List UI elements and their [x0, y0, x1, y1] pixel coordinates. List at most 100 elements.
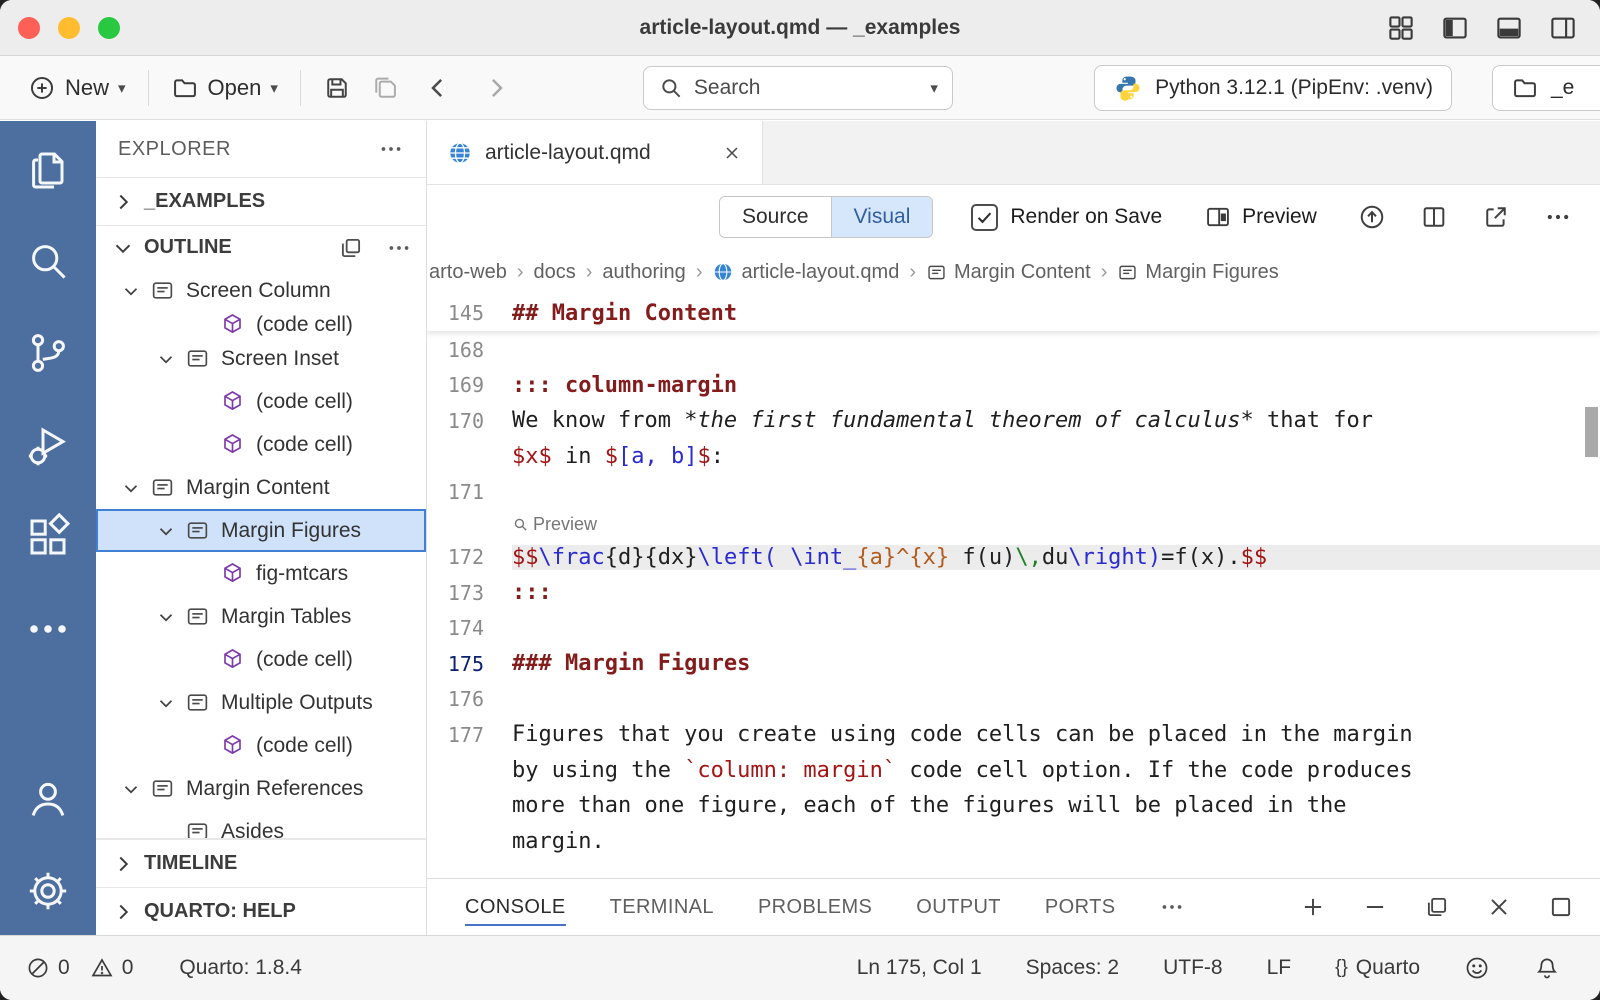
explorer-icon[interactable]: [24, 145, 72, 193]
toggle-primary-sidebar-icon[interactable]: [1440, 13, 1470, 43]
extensions-icon[interactable]: [24, 513, 72, 561]
chevron-down-icon[interactable]: [120, 777, 150, 801]
chevron-down-icon[interactable]: [155, 519, 185, 543]
outline-item[interactable]: Multiple Outputs: [96, 681, 426, 724]
source-mode-button[interactable]: Source: [720, 197, 831, 237]
panel-tab-output[interactable]: OUTPUT: [916, 879, 1001, 935]
panel-tab-problems[interactable]: PROBLEMS: [758, 879, 872, 935]
search-view-icon[interactable]: [24, 237, 72, 285]
chevron-down-icon[interactable]: [155, 347, 185, 371]
outline-item[interactable]: (code cell): [96, 638, 426, 681]
quarto-version-status[interactable]: Quarto: 1.8.4: [179, 956, 302, 980]
interpreter-selector[interactable]: Python 3.12.1 (PipEnv: .venv): [1094, 65, 1452, 111]
outline-item[interactable]: fig-mtcars: [96, 552, 426, 595]
outline-item[interactable]: Margin Figures: [96, 509, 426, 552]
chevron-down-icon[interactable]: [120, 476, 150, 500]
close-icon[interactable]: [722, 143, 742, 163]
zoom-window-button[interactable]: [98, 17, 120, 39]
more-actions-icon[interactable]: [1544, 203, 1572, 231]
feedback-smiley-icon[interactable]: [1464, 955, 1490, 981]
outline-item[interactable]: Asides: [96, 810, 426, 838]
breadcrumb-item[interactable]: article-layout.qmd: [712, 261, 899, 284]
outline-item[interactable]: Screen Column: [96, 269, 426, 312]
sidebar-section-timeline[interactable]: TIMELINE: [96, 839, 426, 887]
publish-icon[interactable]: [1358, 203, 1386, 231]
outline-item[interactable]: (code cell): [96, 724, 426, 767]
preview-button[interactable]: Preview: [1204, 203, 1317, 231]
top-toolbar: New ▾ Open ▾ Search ▾: [0, 56, 1600, 120]
open-button[interactable]: Open ▾: [161, 74, 288, 102]
outline-item[interactable]: (code cell): [96, 380, 426, 423]
language-mode-status[interactable]: {} Quarto: [1335, 956, 1420, 980]
panel-tab-terminal[interactable]: TERMINAL: [610, 879, 714, 935]
code-editor[interactable]: 145 ## Margin Content 168169::: column-m…: [427, 295, 1600, 878]
split-editor-icon[interactable]: [1420, 203, 1448, 231]
tab-article-layout[interactable]: article-layout.qmd: [427, 121, 763, 184]
close-window-button[interactable]: [18, 17, 40, 39]
minimize-window-button[interactable]: [58, 17, 80, 39]
settings-gear-icon[interactable]: [24, 867, 72, 915]
toggle-panel-icon[interactable]: [1494, 13, 1524, 43]
search-input[interactable]: Search ▾: [643, 66, 953, 110]
forward-icon[interactable]: [467, 73, 525, 103]
more-actions-icon[interactable]: [386, 235, 412, 261]
panel-tab-ports[interactable]: PORTS: [1045, 879, 1116, 935]
code-segment: \int_: [790, 545, 856, 570]
outline-item[interactable]: (code cell): [96, 423, 426, 466]
panel-maximize-icon[interactable]: [1548, 894, 1574, 920]
sidebar-section-quarto-help[interactable]: QUARTO: HELP: [96, 887, 426, 935]
traffic-lights: [18, 17, 120, 39]
line-content: $x$ in $[a, b]$:: [512, 444, 1600, 469]
render-on-save-checkbox[interactable]: Render on Save: [971, 204, 1162, 231]
account-icon[interactable]: [24, 775, 72, 823]
sidebar-section-examples[interactable]: _EXAMPLES: [96, 177, 426, 225]
outline-item[interactable]: (code cell): [96, 312, 426, 337]
visual-mode-button[interactable]: Visual: [831, 197, 933, 237]
editor-scrollbar[interactable]: [1585, 407, 1598, 457]
code-line: 168: [427, 332, 1600, 368]
additional-views-icon[interactable]: [24, 605, 72, 653]
toggle-secondary-sidebar-icon[interactable]: [1548, 13, 1578, 43]
math-preview-toggle[interactable]: Preview: [512, 514, 597, 535]
back-icon[interactable]: [409, 73, 467, 103]
breadcrumb-item[interactable]: authoring: [602, 261, 685, 284]
new-button[interactable]: New ▾: [18, 74, 136, 102]
more-actions-icon[interactable]: [1159, 894, 1185, 920]
code-segment: \right): [1068, 545, 1161, 570]
cursor-position-status[interactable]: Ln 175, Col 1: [857, 956, 982, 980]
panel-close-icon[interactable]: [1486, 894, 1512, 920]
collapse-all-icon[interactable]: [338, 235, 364, 261]
sidebar-section-outline[interactable]: OUTLINE: [96, 225, 426, 269]
save-icon[interactable]: [313, 74, 361, 102]
chevron-down-icon[interactable]: [155, 691, 185, 715]
outline-item[interactable]: Margin Content: [96, 466, 426, 509]
problems-status[interactable]: 0 0: [26, 956, 133, 980]
notifications-bell-icon[interactable]: [1534, 955, 1560, 981]
eol-status[interactable]: LF: [1267, 956, 1292, 980]
encoding-status[interactable]: UTF-8: [1163, 956, 1223, 980]
breadcrumb-item[interactable]: arto-web: [429, 261, 507, 284]
outline-item[interactable]: Margin References: [96, 767, 426, 810]
source-control-icon[interactable]: [24, 329, 72, 377]
panel-tab-console[interactable]: CONSOLE: [465, 879, 566, 935]
customize-layout-icon[interactable]: [1386, 13, 1416, 43]
breadcrumb-item[interactable]: Margin Content: [926, 261, 1091, 284]
save-all-icon[interactable]: [361, 74, 409, 102]
chevron-down-icon[interactable]: [120, 279, 150, 303]
chevron-down-icon[interactable]: ▾: [930, 79, 938, 97]
workspace-selector[interactable]: _e: [1492, 65, 1600, 111]
run-debug-icon[interactable]: [24, 421, 72, 469]
indentation-status[interactable]: Spaces: 2: [1026, 956, 1119, 980]
panel-plus-icon[interactable]: [1300, 894, 1326, 920]
more-actions-icon[interactable]: [378, 136, 404, 162]
breadcrumb-item[interactable]: Margin Figures: [1117, 261, 1278, 284]
outline-item[interactable]: Screen Inset: [96, 337, 426, 380]
breadcrumb-item[interactable]: docs: [533, 261, 575, 284]
outline-item[interactable]: Margin Tables: [96, 595, 426, 638]
section-icon: [926, 262, 947, 283]
panel-restore-icon[interactable]: [1424, 894, 1450, 920]
chevron-down-icon[interactable]: [155, 605, 185, 629]
open-external-icon[interactable]: [1482, 203, 1510, 231]
panel-minimize-icon[interactable]: [1362, 894, 1388, 920]
sticky-scroll-line[interactable]: 145 ## Margin Content: [427, 295, 1600, 331]
